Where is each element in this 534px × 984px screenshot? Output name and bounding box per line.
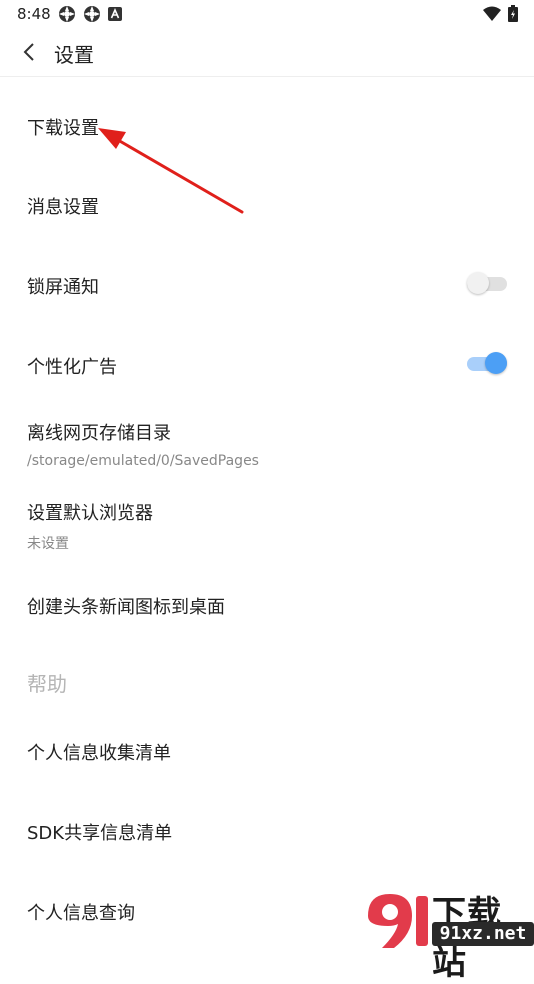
settings-item-label: 锁屏通知 bbox=[27, 277, 99, 298]
settings-item-message[interactable]: 消息设置 bbox=[0, 164, 534, 244]
wifi-icon bbox=[483, 6, 501, 21]
settings-item-label: 离线网页存储目录 bbox=[27, 423, 171, 444]
a-badge-icon bbox=[108, 7, 122, 21]
settings-item-label: 创建头条新闻图标到桌面 bbox=[27, 597, 225, 618]
settings-item-create-shortcut[interactable]: 创建头条新闻图标到桌面 bbox=[0, 564, 534, 644]
watermark-url: 91xz.net bbox=[432, 922, 534, 946]
status-time: 8:48 bbox=[17, 5, 51, 23]
app-header: 设置 bbox=[0, 28, 534, 77]
battery-icon bbox=[508, 5, 518, 22]
personalized-ads-toggle[interactable] bbox=[467, 351, 507, 375]
page-title: 设置 bbox=[54, 43, 94, 67]
settings-item-default-browser[interactable]: 设置默认浏览器 未设置 bbox=[0, 484, 534, 564]
help-item-sdk-list[interactable]: SDK共享信息清单 bbox=[0, 790, 534, 870]
settings-item-label: 个性化广告 bbox=[27, 357, 117, 378]
app-notification-icon bbox=[59, 6, 75, 22]
settings-item-label: 消息设置 bbox=[27, 197, 99, 218]
help-item-label: SDK共享信息清单 bbox=[27, 823, 173, 844]
settings-item-offline-storage[interactable]: 离线网页存储目录 /storage/emulated/0/SavedPages bbox=[0, 404, 534, 484]
help-item-label: 个人信息查询 bbox=[27, 903, 135, 924]
settings-item-personalized-ads[interactable]: 个性化广告 bbox=[0, 324, 534, 404]
section-title-help: 帮助 bbox=[27, 672, 67, 696]
settings-item-subtitle: /storage/emulated/0/SavedPages bbox=[27, 453, 259, 469]
settings-item-label: 下载设置 bbox=[27, 118, 99, 139]
settings-item-subtitle: 未设置 bbox=[27, 536, 69, 552]
settings-item-lockscreen[interactable]: 锁屏通知 bbox=[0, 244, 534, 324]
help-item-personal-info-list[interactable]: 个人信息收集清单 bbox=[0, 710, 534, 790]
help-item-label: 个人信息收集清单 bbox=[27, 743, 171, 764]
app-notification-icon-2 bbox=[84, 6, 100, 22]
lockscreen-toggle[interactable] bbox=[467, 271, 507, 295]
back-arrow-icon[interactable] bbox=[20, 40, 40, 64]
settings-item-download[interactable]: 下载设置 bbox=[0, 84, 534, 164]
settings-item-label: 设置默认浏览器 bbox=[27, 503, 153, 524]
status-bar: 8:48 bbox=[0, 0, 534, 28]
